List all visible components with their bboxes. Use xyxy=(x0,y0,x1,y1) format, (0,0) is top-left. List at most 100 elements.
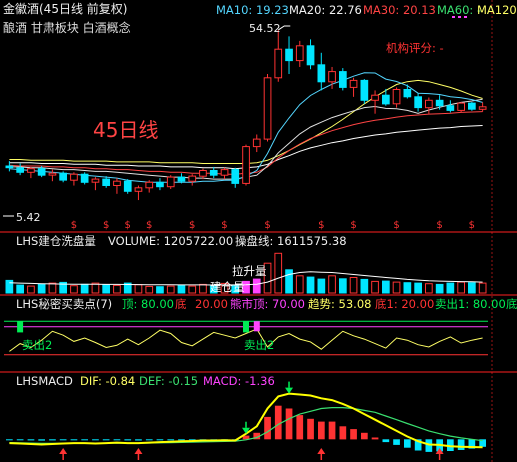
sell2-marker xyxy=(17,321,24,333)
tail-label: 底 xyxy=(506,297,517,311)
macd-bar xyxy=(102,439,110,441)
macd-bar xyxy=(92,439,99,441)
macd-bar xyxy=(404,439,411,448)
macd-bar xyxy=(264,416,271,440)
ma30-label: MA30: 20.13 xyxy=(363,3,436,17)
build-position-tag: 建仓量 xyxy=(210,280,245,294)
signal-dollar-icon: $ xyxy=(393,220,399,231)
macd-bar xyxy=(59,439,67,441)
signal-dollar-icon: $ xyxy=(103,220,109,231)
candle-body xyxy=(5,165,14,169)
candle-body xyxy=(478,106,487,110)
volume-bar xyxy=(414,282,422,294)
macd-bar xyxy=(361,432,368,440)
candle-body xyxy=(134,187,143,192)
candle-body xyxy=(371,94,379,101)
volume-bar xyxy=(382,280,390,294)
macd-bar xyxy=(371,437,379,440)
price-chart-title: 金徽酒(45日线 前复权) xyxy=(3,2,128,16)
volume-bar xyxy=(252,278,261,294)
volume-bar xyxy=(145,285,154,294)
macd-bar xyxy=(318,421,325,440)
candle-body xyxy=(209,170,218,176)
macd-label: MACD: -1.36 xyxy=(203,374,275,388)
candle-body xyxy=(16,167,24,173)
candle-body xyxy=(59,172,67,181)
candle-body xyxy=(252,138,261,148)
volume-bar xyxy=(457,281,465,294)
signal-dollar-icon: $ xyxy=(125,220,131,231)
volume-bar xyxy=(156,286,164,294)
volume-bar xyxy=(102,284,111,294)
candle-body xyxy=(306,45,315,66)
candle-body xyxy=(242,146,250,184)
sell-arrow-icon xyxy=(285,387,294,394)
macd-bar xyxy=(38,439,45,441)
volume-bar xyxy=(177,284,186,294)
volume-bar xyxy=(48,282,57,294)
volume-bar xyxy=(16,284,24,294)
volume-bar xyxy=(274,252,283,294)
candle-body xyxy=(220,169,229,176)
buy-arrow-icon xyxy=(134,448,143,454)
stock-chart-window: $ $ $ $ $ $ $ $ $ $ $ $ 金徽酒(45日线 前复权) MA10: 19.23 M… xyxy=(0,0,517,462)
sell2-tag-first: 卖出2 xyxy=(22,338,53,352)
candle-body xyxy=(113,180,121,186)
candle-body xyxy=(446,105,455,111)
volume-bar xyxy=(425,283,433,294)
macd-bar xyxy=(27,439,35,441)
institution-rating: 机构评分: - xyxy=(386,41,444,55)
bottom1-label: 底1: 20.00 xyxy=(375,297,435,311)
volume-bar xyxy=(339,278,347,294)
low-price-marker: 5.42 xyxy=(16,211,41,224)
candle-body xyxy=(295,45,304,62)
macd-bar xyxy=(124,439,132,441)
buy-arrow-icon xyxy=(317,448,326,454)
macd-panel-title: LHSMACD xyxy=(16,374,73,388)
signal-dollar-icon: $ xyxy=(71,220,77,231)
macd-bar xyxy=(178,439,185,441)
volume-bar xyxy=(349,277,358,294)
ma20-label: MA20: 22.76 xyxy=(289,3,362,17)
dif-label: DIF: -0.84 xyxy=(80,374,136,388)
volume-bar xyxy=(188,285,197,294)
sell2-marker xyxy=(243,321,249,333)
concept-tags: 酿酒 甘肃板块 白酒概念 xyxy=(3,21,131,35)
volume-value: VOLUME: 1205722.00 xyxy=(108,234,234,248)
trend-label: 趋势: 53.08 xyxy=(308,297,372,311)
macd-bar xyxy=(167,439,175,441)
bear-top-marker xyxy=(253,321,260,332)
volume-bar xyxy=(328,275,336,294)
macd-bar xyxy=(328,421,336,440)
candle-body xyxy=(392,89,401,105)
volume-bar xyxy=(468,282,476,294)
buy-arrow-icon xyxy=(59,448,68,454)
signal-dollar-icon: $ xyxy=(469,220,475,231)
macd-bar xyxy=(145,439,153,441)
candle-body xyxy=(27,168,35,173)
candle-body xyxy=(231,169,240,184)
candle-body xyxy=(349,79,358,88)
bear-top-label: 熊市顶: 70.00 xyxy=(230,297,305,311)
macd-bar xyxy=(393,439,400,445)
ma10-label: MA10: 19.23 xyxy=(216,3,289,17)
candle-body xyxy=(468,102,476,110)
high-price-marker: 54.52 xyxy=(249,22,281,35)
ma60-label: MA60: - xyxy=(437,3,482,17)
volume-bar xyxy=(360,278,369,294)
candle-body xyxy=(360,79,369,101)
volume-bar xyxy=(134,284,143,294)
macd-bar xyxy=(156,439,164,441)
volume-bar xyxy=(37,283,46,294)
macd-bar xyxy=(350,429,357,440)
volume-bar xyxy=(113,284,121,294)
volume-bar xyxy=(285,269,293,294)
candle-body xyxy=(80,173,89,183)
candle-body xyxy=(382,94,390,105)
macd-bar xyxy=(81,439,88,441)
candle-body xyxy=(48,172,57,176)
bottom-level-label: 底 xyxy=(175,297,187,311)
signal-dollar-icon: $ xyxy=(350,220,356,231)
macd-bar xyxy=(135,439,142,441)
volume-bar xyxy=(27,285,35,294)
